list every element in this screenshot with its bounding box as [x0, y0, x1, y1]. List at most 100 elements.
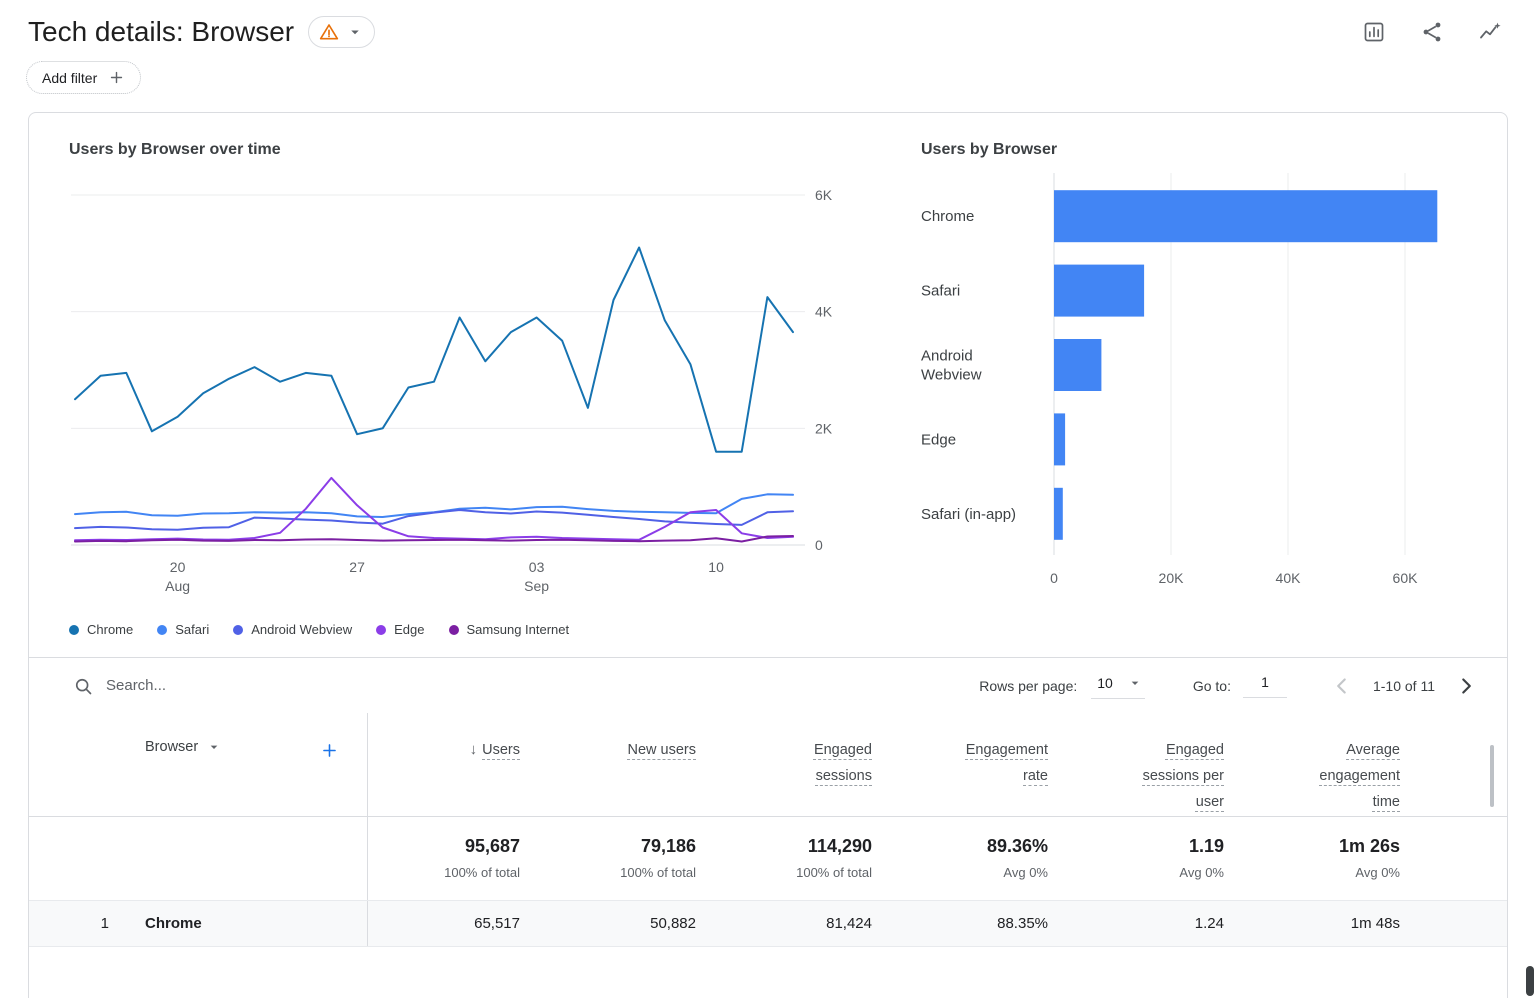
share-button[interactable]: [1420, 20, 1444, 44]
metric-value-engaged-sessions-per-user: 1.24: [1072, 901, 1248, 946]
svg-text:Android: Android: [921, 348, 973, 365]
pager: 1-10 of 11: [1327, 671, 1481, 701]
chevron-down-icon: [206, 739, 222, 755]
add-filter-label: Add filter: [42, 70, 97, 86]
customize-report-button[interactable]: [1362, 20, 1386, 44]
filter-bar: Add filter: [0, 48, 1536, 94]
insights-button[interactable]: [1478, 20, 1502, 44]
metric-value-users: 65,517: [368, 901, 544, 946]
rows-per-page-select[interactable]: 10: [1091, 672, 1145, 699]
dimension-header-cell: Browser: [29, 713, 368, 816]
dimension-header-label: Browser: [145, 739, 198, 755]
legend-dot: [376, 625, 386, 635]
plus-icon: [320, 741, 339, 760]
report-card: Users by Browser over time 6K4K2K020Aug2…: [28, 112, 1508, 998]
add-filter-button[interactable]: Add filter: [26, 61, 141, 94]
totals-engaged-sessions-per-user: 1.19Avg 0%: [1072, 817, 1248, 900]
users-over-time-block: Users by Browser over time 6K4K2K020Aug2…: [69, 141, 869, 637]
legend-item-samsung-internet[interactable]: Samsung Internet: [449, 622, 570, 637]
svg-text:03: 03: [529, 559, 545, 575]
prev-page-button[interactable]: [1327, 671, 1357, 701]
users-by-browser-block: Users by Browser 0 20K 40K 60K Chrome Safari A…: [921, 141, 1481, 637]
svg-text:27: 27: [349, 559, 365, 575]
sort-desc-icon: ↓: [470, 741, 478, 758]
page-header: Tech details: Browser: [0, 0, 1536, 48]
svg-text:Safari: Safari: [921, 283, 960, 300]
svg-text:60K: 60K: [1393, 570, 1419, 586]
chevron-left-icon: [1329, 673, 1355, 699]
chevron-right-icon: [1453, 673, 1479, 699]
chevron-down-icon: [346, 23, 364, 41]
column-header-avg-engagement-time[interactable]: Average engagement time: [1248, 713, 1424, 816]
line-chart-title: Users by Browser over time: [69, 141, 869, 159]
svg-text:2K: 2K: [815, 420, 833, 436]
metric-value-avg-engagement-time: 1m 48s: [1248, 901, 1424, 946]
totals-new-users: 79,186100% of total: [544, 817, 720, 900]
svg-text:20K: 20K: [1159, 570, 1185, 586]
bar-chart-title: Users by Browser: [921, 141, 1481, 159]
dimension-cell: 1 Chrome: [29, 901, 368, 946]
legend-item-android-webview[interactable]: Android Webview: [233, 622, 352, 637]
svg-text:Edge: Edge: [921, 431, 956, 448]
search-input[interactable]: [106, 677, 356, 694]
customize-report-icon: [1362, 20, 1386, 44]
users-by-browser-chart[interactable]: 0 20K 40K 60K Chrome Safari Android Webview Edge…: [921, 165, 1481, 620]
metric-value-engagement-rate: 88.35%: [896, 901, 1072, 946]
svg-text:20: 20: [170, 559, 186, 575]
row-index: 1: [29, 915, 109, 932]
svg-text:0: 0: [815, 537, 823, 553]
svg-text:4K: 4K: [815, 304, 833, 320]
table-toolbar: Rows per page: 10 Go to: 1-10 of 11: [29, 657, 1507, 713]
svg-text:Chrome: Chrome: [921, 208, 974, 225]
legend-dot: [157, 625, 167, 635]
column-header-new-users[interactable]: New users: [544, 713, 720, 816]
legend-label: Safari: [175, 622, 209, 637]
svg-text:40K: 40K: [1276, 570, 1302, 586]
report-warning-badge[interactable]: [308, 16, 375, 48]
legend-dot: [449, 625, 459, 635]
legend-item-safari[interactable]: Safari: [157, 622, 209, 637]
goto-page-input[interactable]: [1243, 674, 1287, 698]
insights-icon: [1478, 20, 1502, 44]
metric-value-engaged-sessions: 81,424: [720, 901, 896, 946]
warning-icon: [319, 22, 339, 42]
column-header-users[interactable]: ↓Users: [368, 713, 544, 816]
rows-per-page-label: Rows per page:: [979, 678, 1077, 694]
add-metric-button[interactable]: [320, 741, 339, 763]
table-pagination-controls: Rows per page: 10 Go to: 1-10 of 11: [979, 671, 1481, 701]
totals-users: 95,687100% of total: [368, 817, 544, 900]
table-row: 1 Chrome 65,517 50,882 81,424 88.35% 1.2…: [29, 901, 1507, 947]
legend-item-chrome[interactable]: Chrome: [69, 622, 133, 637]
svg-text:Webview: Webview: [921, 367, 982, 384]
users-over-time-chart[interactable]: 6K4K2K020Aug2703Sep10: [69, 165, 869, 620]
svg-text:6K: 6K: [815, 187, 833, 203]
column-header-engaged-sessions-per-user[interactable]: Engaged sessions per user: [1072, 713, 1248, 816]
table-totals-row: 95,687100% of total 79,186100% of total …: [29, 817, 1507, 901]
totals-engaged-sessions: 114,290100% of total: [720, 817, 896, 900]
column-header-engaged-sessions[interactable]: Engaged sessions: [720, 713, 896, 816]
chevron-down-icon: [1127, 675, 1143, 691]
window-scrollbar-thumb[interactable]: [1526, 966, 1534, 996]
next-page-button[interactable]: [1451, 671, 1481, 701]
table-search[interactable]: [73, 676, 393, 696]
dimension-selector-browser[interactable]: Browser: [145, 739, 222, 755]
legend-label: Android Webview: [251, 622, 352, 637]
page-title: Tech details: Browser: [28, 16, 294, 48]
legend-label: Edge: [394, 622, 424, 637]
table-scrollbar[interactable]: [1490, 745, 1494, 807]
column-header-engagement-rate[interactable]: Engagement rate: [896, 713, 1072, 816]
goto-label: Go to:: [1193, 678, 1231, 694]
totals-avg-engagement-time: 1m 26sAvg 0%: [1248, 817, 1424, 900]
charts-section: Users by Browser over time 6K4K2K020Aug2…: [29, 113, 1507, 637]
totals-engagement-rate: 89.36%Avg 0%: [896, 817, 1072, 900]
legend-label: Samsung Internet: [467, 622, 570, 637]
legend-dot: [69, 625, 79, 635]
legend-dot: [233, 625, 243, 635]
svg-text:0: 0: [1050, 570, 1058, 586]
svg-text:Sep: Sep: [524, 578, 549, 594]
table-header-row: Browser ↓Users New users Engaged session…: [29, 713, 1507, 817]
legend-item-edge[interactable]: Edge: [376, 622, 424, 637]
page-range-label: 1-10 of 11: [1373, 678, 1435, 694]
plus-icon: [108, 69, 125, 86]
svg-text:10: 10: [708, 559, 724, 575]
